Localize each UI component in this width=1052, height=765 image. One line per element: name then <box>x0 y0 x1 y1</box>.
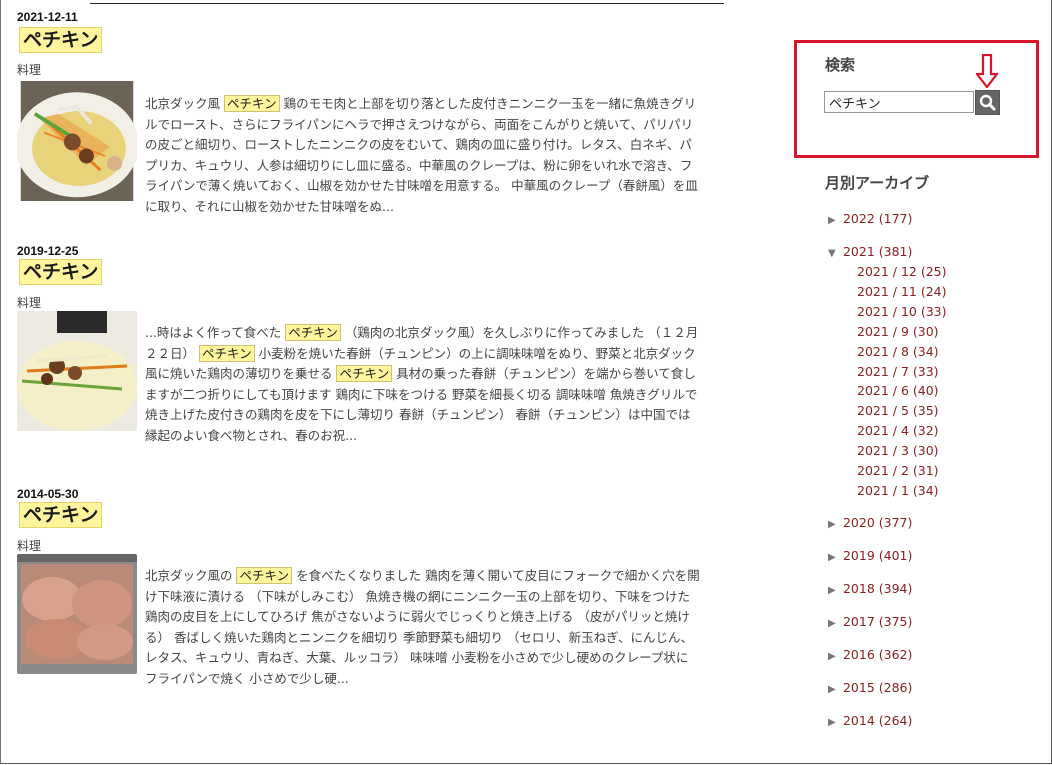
post-thumbnail-image[interactable] <box>17 554 137 674</box>
archive-year: ▶ 2018 (394) <box>828 581 912 596</box>
post-snippet: 北京ダック風 ペチキン 鶏のモモ肉と上部を切り落とした皮付きニンニク一玉を一緒に… <box>145 94 700 217</box>
archive-month-link[interactable]: 2021 / 1 (34) <box>857 483 939 498</box>
post-snippet: 北京ダック風の ペチキン を食べたくなりました 鶏肉を薄く開いて皮目にフォークで… <box>145 566 700 689</box>
archive-year: ▼ 2021 (381) <box>828 244 912 259</box>
archive-year: ▶ 2017 (375) <box>828 614 912 629</box>
archive-year: ▶ 2022 (177) <box>828 211 912 226</box>
snippet-text: 鶏のモモ肉と上部を切り落とした皮付きニンニク一玉を一緒に魚焼きグリルでロースト、… <box>145 96 698 214</box>
archive-month-link[interactable]: 2021 / 12 (25) <box>857 264 947 279</box>
post-thumbnail-image[interactable] <box>17 311 137 431</box>
archive-month-link[interactable]: 2021 / 9 (30) <box>857 324 939 339</box>
archive-month-link[interactable]: 2021 / 2 (31) <box>857 463 939 478</box>
snippet-text: 北京ダック風 <box>145 96 224 111</box>
keyword-highlight: ペチキン <box>223 95 280 112</box>
archive-year: ▶ 2014 (264) <box>828 713 912 728</box>
archive-year-link[interactable]: 2022 (177) <box>839 211 912 226</box>
archive-month-link[interactable]: 2021 / 3 (30) <box>857 443 939 458</box>
post-title-link[interactable]: ペチキン <box>19 502 103 528</box>
post-snippet: ...時はよく作って食べた ペチキン （鶏肉の北京ダック風）を久しぶりに作ってみ… <box>145 323 700 446</box>
keyword-highlight: ペチキン <box>198 344 255 362</box>
archive-year: ▶ 2015 (286) <box>828 680 912 695</box>
triangle-right-icon[interactable]: ▶ <box>828 717 839 728</box>
post-label-link[interactable]: 料理 <box>17 537 41 554</box>
archive-year: ▶ 2016 (362) <box>828 647 912 662</box>
archive-year-link[interactable]: 2015 (286) <box>839 680 912 695</box>
post-label-link[interactable]: 料理 <box>17 61 41 78</box>
archive-month-link[interactable]: 2021 / 8 (34) <box>857 344 939 359</box>
archive-month-link[interactable]: 2021 / 7 (33) <box>857 364 939 379</box>
triangle-right-icon[interactable]: ▶ <box>828 651 839 662</box>
archive-title: 月別アーカイブ <box>825 174 930 192</box>
archive-month-link[interactable]: 2021 / 10 (33) <box>857 304 947 319</box>
snippet-text: を食べたくなりました 鶏肉を薄く開いて皮目にフォークで細かく穴を開け下味液に漬け… <box>145 568 700 686</box>
keyword-highlight: ペチキン <box>236 567 293 584</box>
search-icon <box>979 94 996 111</box>
archive-month-link[interactable]: 2021 / 4 (32) <box>857 423 939 438</box>
top-divider <box>90 3 724 4</box>
arrow-down-icon <box>976 54 998 88</box>
archive-year: ▶ 2020 (377) <box>828 515 912 530</box>
post-thumbnail-image[interactable] <box>17 81 137 201</box>
triangle-right-icon[interactable]: ▶ <box>828 585 839 596</box>
archive-year-link[interactable]: 2014 (264) <box>839 713 912 728</box>
post-date: 2021-12-11 <box>17 10 78 24</box>
keyword-highlight: ペチキン <box>285 324 341 341</box>
post-title-link[interactable]: ペチキン <box>19 27 103 53</box>
archive-month-link[interactable]: 2021 / 5 (35) <box>857 403 939 418</box>
snippet-text: 北京ダック風の <box>145 568 237 583</box>
triangle-right-icon[interactable]: ▶ <box>828 215 839 226</box>
post-date: 2014-05-30 <box>17 487 79 501</box>
search-title: 検索 <box>825 56 856 74</box>
archive-year-link[interactable]: 2019 (401) <box>839 548 912 563</box>
archive-year-link[interactable]: 2018 (394) <box>839 581 912 596</box>
triangle-right-icon[interactable]: ▶ <box>828 684 839 695</box>
archive-month-link[interactable]: 2021 / 6 (40) <box>857 383 939 398</box>
archive-year-link[interactable]: 2021 (381) <box>839 244 912 259</box>
keyword-highlight: ペチキン <box>336 365 393 382</box>
search-button[interactable] <box>975 90 1000 115</box>
snippet-text: ...時はよく作って食べた <box>145 325 286 340</box>
post-title-link[interactable]: ペチキン <box>19 259 103 285</box>
triangle-right-icon[interactable]: ▶ <box>828 618 839 629</box>
archive-month-link[interactable]: 2021 / 11 (24) <box>857 284 947 299</box>
post-label-link[interactable]: 料理 <box>17 294 41 311</box>
archive-year: ▶ 2019 (401) <box>828 548 912 563</box>
archive-year-link[interactable]: 2016 (362) <box>839 647 912 662</box>
triangle-down-icon[interactable]: ▼ <box>828 248 839 259</box>
post-date: 2019-12-25 <box>17 244 79 258</box>
triangle-right-icon[interactable]: ▶ <box>828 519 839 530</box>
search-input[interactable] <box>824 91 974 113</box>
archive-year-link[interactable]: 2020 (377) <box>839 515 912 530</box>
archive-year-link[interactable]: 2017 (375) <box>839 614 912 629</box>
triangle-right-icon[interactable]: ▶ <box>828 552 839 563</box>
